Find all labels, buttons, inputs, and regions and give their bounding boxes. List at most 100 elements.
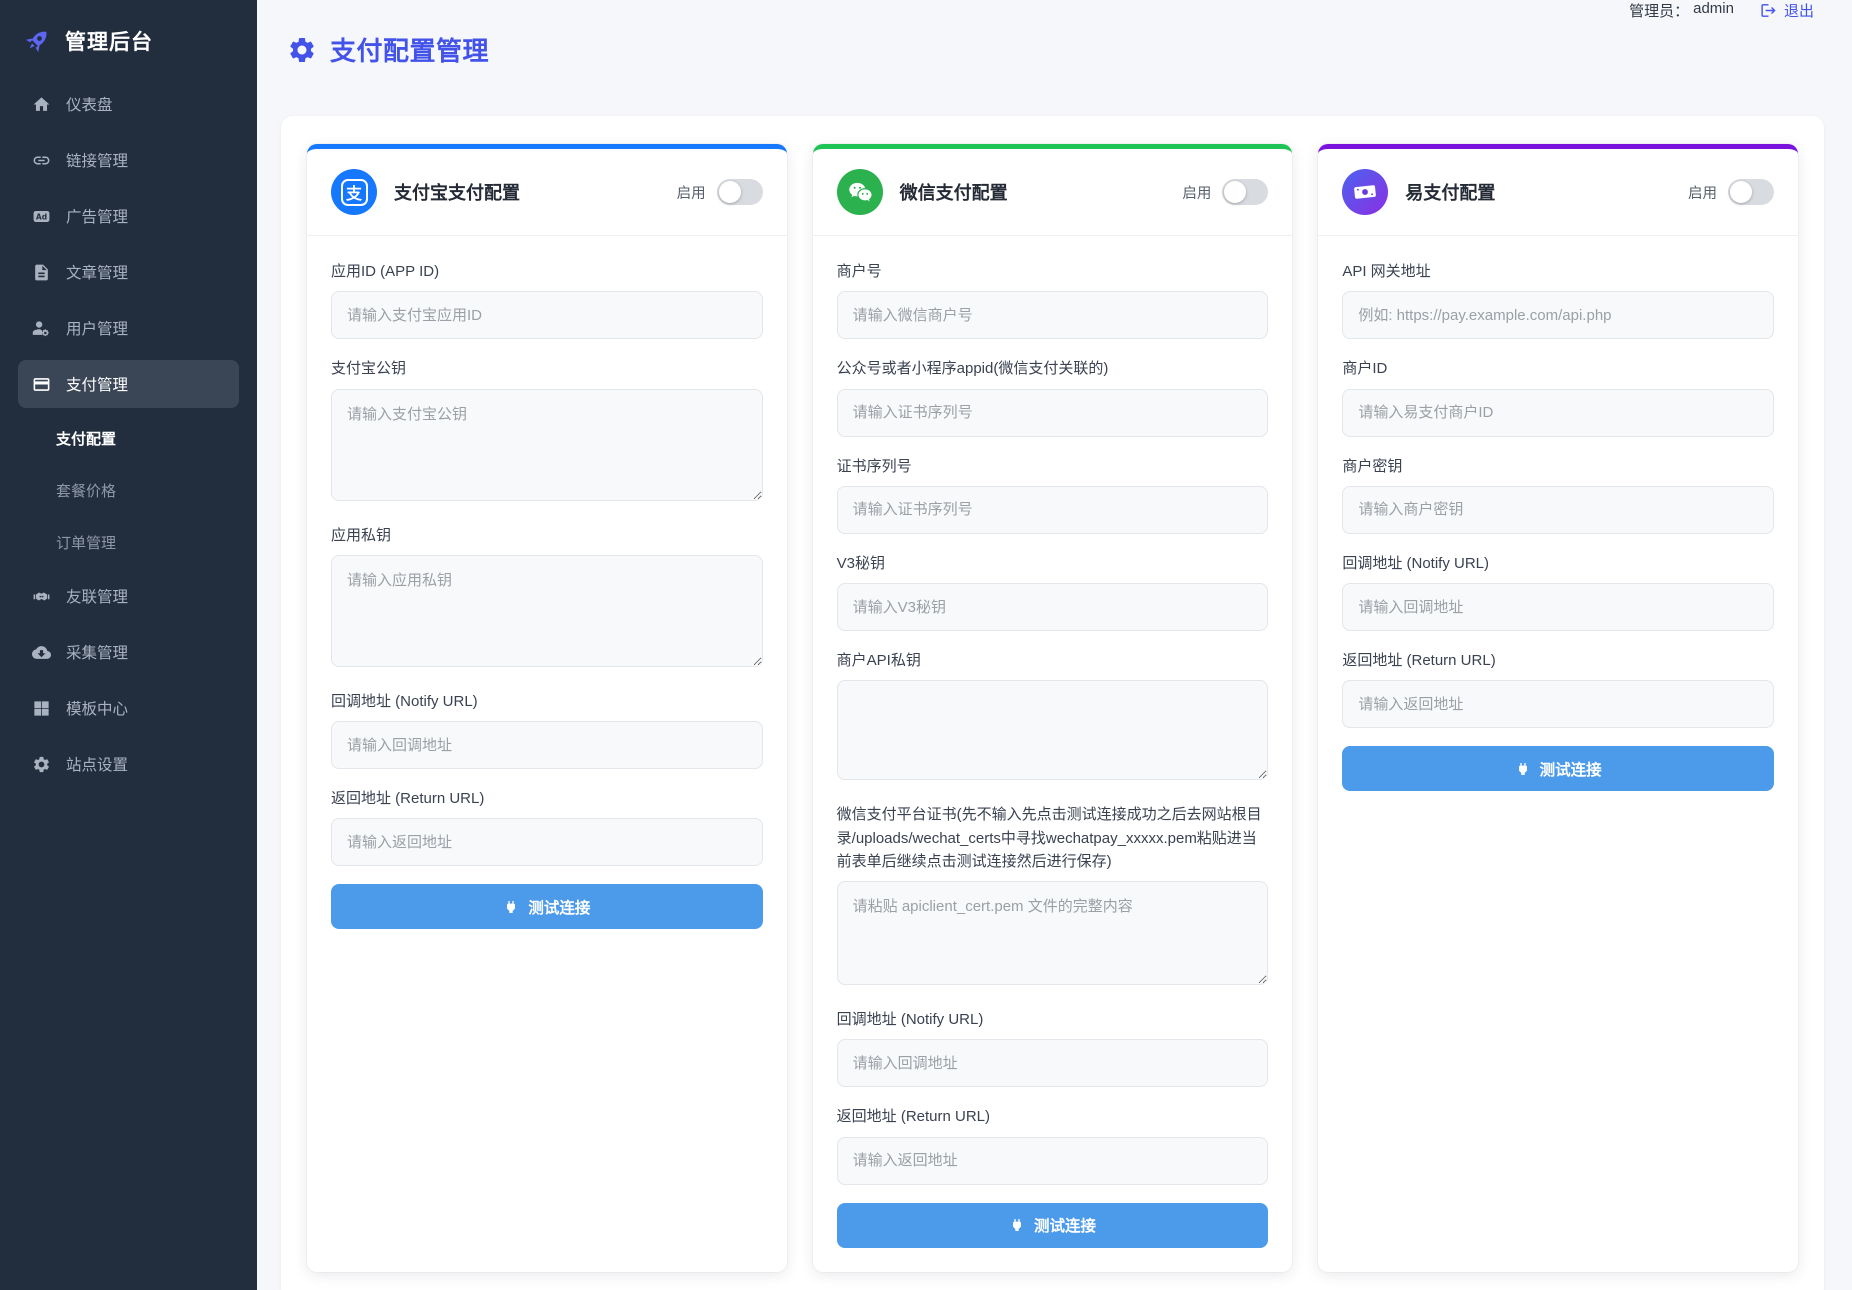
- epay-gateway-input[interactable]: [1342, 291, 1774, 339]
- epay-card-body: API 网关地址 商户ID 商户密钥 回调地址 (Notify URL): [1318, 236, 1798, 815]
- field-label: 商户ID: [1342, 357, 1774, 380]
- sidebar-item-payments[interactable]: 支付管理: [18, 360, 239, 408]
- wechat-api-private-key-textarea[interactable]: [837, 680, 1269, 780]
- field-label: 商户API私钥: [837, 649, 1269, 672]
- alipay-return-url-input[interactable]: [331, 818, 763, 866]
- sidebar-item-label: 仪表盘: [66, 93, 113, 115]
- link-icon: [32, 151, 51, 170]
- wechat-merchant-id-input[interactable]: [837, 291, 1269, 339]
- field-label: 商户密钥: [1342, 455, 1774, 478]
- payments-subnav: 支付配置 套餐价格 订单管理: [18, 416, 239, 564]
- field-label: 应用ID (APP ID): [331, 260, 763, 283]
- sidebar-item-label: 链接管理: [66, 149, 128, 171]
- sidebar-item-dashboard[interactable]: 仪表盘: [18, 80, 239, 128]
- wechat-appid-input[interactable]: [837, 389, 1269, 437]
- sidebar-item-links[interactable]: 链接管理: [18, 136, 239, 184]
- wechat-test-connection-button[interactable]: 测试连接: [837, 1203, 1269, 1248]
- subnav-item-label: 套餐价格: [56, 480, 116, 501]
- epay-toggle-wrap: 启用: [1688, 179, 1774, 205]
- epay-merchant-key-input[interactable]: [1342, 486, 1774, 534]
- field-label: 商户号: [837, 260, 1269, 283]
- field-label: 证书序列号: [837, 455, 1269, 478]
- epay-enable-toggle[interactable]: [1728, 179, 1774, 205]
- wechat-cert-serial-input[interactable]: [837, 486, 1269, 534]
- sidebar-item-label: 站点设置: [66, 753, 128, 775]
- epay-card-title: 易支付配置: [1405, 179, 1495, 205]
- logout-icon: [1760, 2, 1777, 19]
- field-label: 返回地址 (Return URL): [331, 787, 763, 810]
- app-logo: 管理后台: [0, 0, 257, 74]
- admin-info: 管理员： admin: [1629, 0, 1734, 21]
- sidebar-subitem-payment-config[interactable]: 支付配置: [18, 416, 239, 460]
- app-title: 管理后台: [65, 26, 153, 56]
- test-button-label: 测试连接: [528, 896, 590, 918]
- wechat-return-url-input[interactable]: [837, 1137, 1269, 1185]
- toggle-label: 启用: [677, 182, 706, 203]
- logout-link[interactable]: 退出: [1760, 0, 1814, 21]
- alipay-toggle-wrap: 启用: [677, 179, 763, 205]
- alipay-public-key-textarea[interactable]: [331, 389, 763, 501]
- alipay-private-key-textarea[interactable]: [331, 555, 763, 667]
- sidebar-item-friend-links[interactable]: 友联管理: [18, 572, 239, 620]
- cards-grid: 支 支付宝支付配置 启用 应用ID (APP ID) 支付宝公钥: [307, 144, 1798, 1272]
- sidebar-item-templates[interactable]: 模板中心: [18, 684, 239, 732]
- field-label: 应用私钥: [331, 524, 763, 547]
- subnav-item-label: 订单管理: [56, 532, 116, 553]
- epay-banknote-icon: [1342, 169, 1388, 215]
- home-icon: [32, 95, 51, 114]
- wechat-notify-url-input[interactable]: [837, 1039, 1269, 1087]
- epay-merchant-id-input[interactable]: [1342, 389, 1774, 437]
- sidebar-item-label: 用户管理: [66, 317, 128, 339]
- sidebar-nav: 仪表盘 链接管理 Ad 广告管理 文章管理 用户管理: [0, 74, 257, 788]
- content-container: 支 支付宝支付配置 启用 应用ID (APP ID) 支付宝公钥: [281, 116, 1824, 1290]
- sidebar-item-label: 友联管理: [66, 585, 128, 607]
- ad-badge-icon: Ad: [32, 207, 51, 226]
- sidebar-item-collection[interactable]: 采集管理: [18, 628, 239, 676]
- epay-card-header: 易支付配置 启用: [1318, 149, 1798, 236]
- sidebar: 管理后台 仪表盘 链接管理 Ad 广告管理 文章管理: [0, 0, 257, 1290]
- alipay-notify-url-input[interactable]: [331, 721, 763, 769]
- toggle-knob: [719, 181, 741, 203]
- sidebar-item-label: 模板中心: [66, 697, 128, 719]
- sidebar-item-label: 文章管理: [66, 261, 128, 283]
- wechat-v3-key-input[interactable]: [837, 583, 1269, 631]
- alipay-card-body: 应用ID (APP ID) 支付宝公钥 应用私钥 回调地址 (Notify UR…: [307, 236, 787, 953]
- sidebar-subitem-plan-prices[interactable]: 套餐价格: [18, 468, 239, 512]
- epay-notify-url-input[interactable]: [1342, 583, 1774, 631]
- sidebar-item-users[interactable]: 用户管理: [18, 304, 239, 352]
- field-label: 微信支付平台证书(先不输入先点击测试连接成功之后去网站根目录/uploads/w…: [837, 803, 1269, 873]
- alipay-card-header: 支 支付宝支付配置 启用: [307, 149, 787, 236]
- sidebar-item-articles[interactable]: 文章管理: [18, 248, 239, 296]
- field-label: 返回地址 (Return URL): [1342, 649, 1774, 672]
- sidebar-item-ads[interactable]: Ad 广告管理: [18, 192, 239, 240]
- topbar: 管理员： admin 退出: [257, 0, 1852, 21]
- plug-icon: [503, 899, 519, 915]
- field-label: API 网关地址: [1342, 260, 1774, 283]
- sidebar-item-label: 广告管理: [66, 205, 128, 227]
- wechat-enable-toggle[interactable]: [1222, 179, 1268, 205]
- epay-return-url-input[interactable]: [1342, 680, 1774, 728]
- wechat-card: 微信支付配置 启用 商户号 公众号或者小程序appid(微信支付关联的): [813, 144, 1293, 1272]
- alipay-test-connection-button[interactable]: 测试连接: [331, 884, 763, 929]
- field-label: 支付宝公钥: [331, 357, 763, 380]
- epay-test-connection-button[interactable]: 测试连接: [1342, 746, 1774, 791]
- handshake-icon: [32, 587, 51, 606]
- alipay-enable-toggle[interactable]: [717, 179, 763, 205]
- gear-icon: [32, 755, 51, 774]
- wechat-card-title: 微信支付配置: [900, 179, 1008, 205]
- cloud-download-icon: [32, 643, 51, 662]
- wechat-card-body: 商户号 公众号或者小程序appid(微信支付关联的) 证书序列号 V3秘钥: [813, 236, 1293, 1272]
- toggle-label: 启用: [1688, 182, 1717, 203]
- toggle-knob: [1224, 181, 1246, 203]
- page-title-row: 支付配置管理: [287, 31, 1852, 68]
- field-label: V3秘钥: [837, 552, 1269, 575]
- alipay-appid-input[interactable]: [331, 291, 763, 339]
- subnav-item-label: 支付配置: [56, 428, 116, 449]
- page-title: 支付配置管理: [330, 31, 489, 68]
- wechat-platform-cert-textarea[interactable]: [837, 881, 1269, 985]
- sidebar-subitem-orders[interactable]: 订单管理: [18, 520, 239, 564]
- test-button-label: 测试连接: [1034, 1214, 1096, 1236]
- field-label: 回调地址 (Notify URL): [837, 1008, 1269, 1031]
- sidebar-item-site-settings[interactable]: 站点设置: [18, 740, 239, 788]
- field-label: 返回地址 (Return URL): [837, 1105, 1269, 1128]
